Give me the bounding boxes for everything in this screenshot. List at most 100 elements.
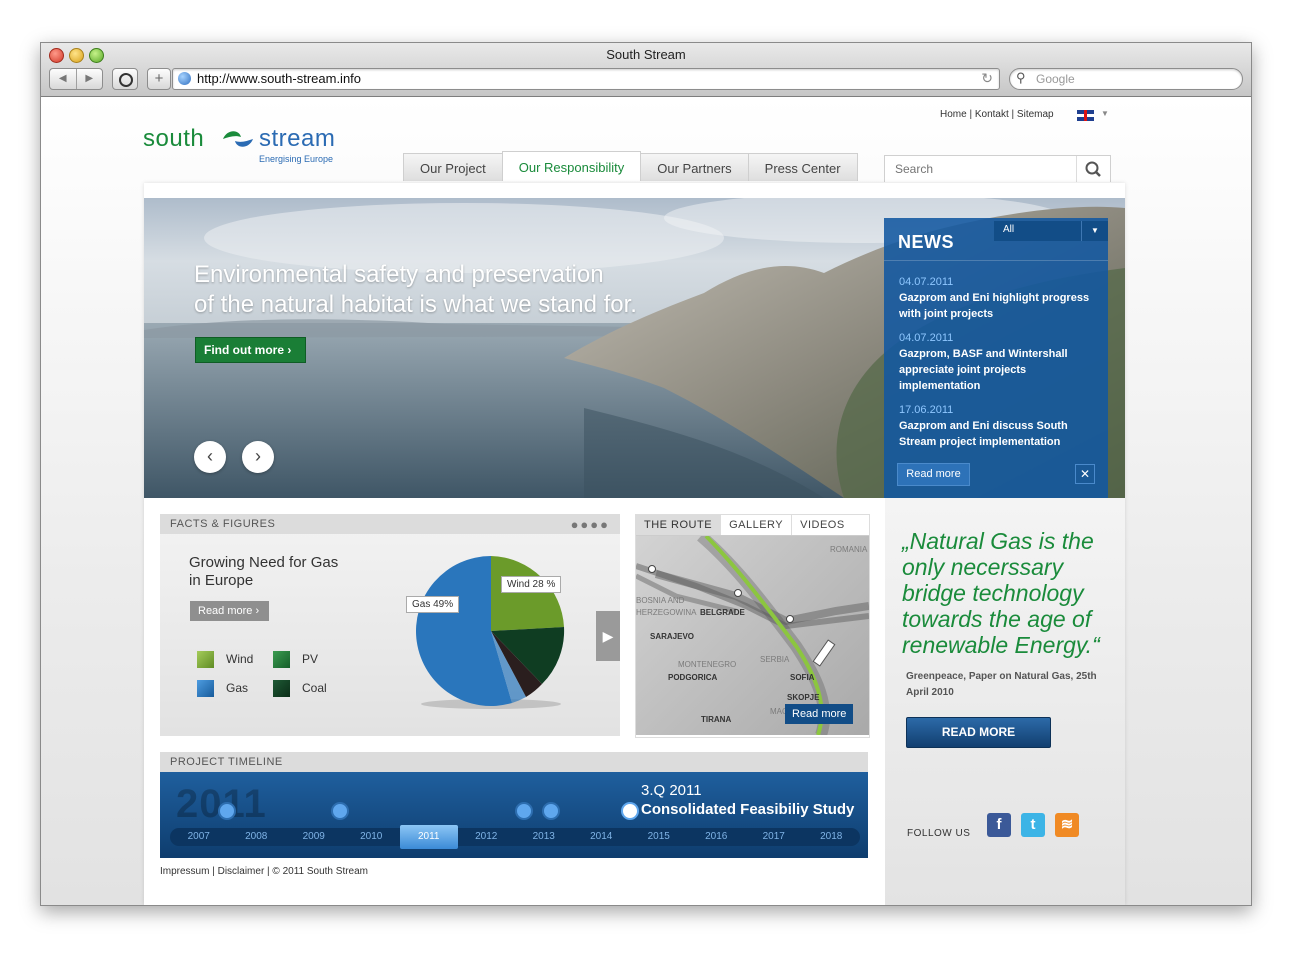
home-link[interactable]: Home [940,109,967,120]
year-2012[interactable]: 2012 [458,828,516,846]
map-label: BELGRADE [700,608,745,617]
chevron-right-icon: › [287,343,292,357]
timeline-event-dot[interactable] [331,802,349,820]
news-filter-value: All [1003,224,1015,235]
legend-label: Gas [226,681,249,695]
rss-icon[interactable]: ≋ [1055,813,1079,837]
facts-header: FACTS & FIGURES ●●●● [160,514,620,534]
language-dropdown-icon[interactable]: ▼ [1101,109,1109,118]
uk-flag-icon[interactable] [1077,110,1094,121]
route-read-more-button[interactable]: Read more [785,704,854,724]
year-2009[interactable]: 2009 [285,828,343,846]
tab-press-center[interactable]: Press Center [747,153,858,181]
stop-button[interactable] [112,68,138,90]
site-search [884,155,1111,182]
address-bar[interactable]: http://www.south-stream.info ↻ [172,68,1000,90]
close-icon[interactable]: ✕ [1075,464,1095,484]
news-read-more-button[interactable]: Read more [897,463,970,486]
news-filter-dropdown[interactable]: All ▼ [994,221,1108,241]
year-2016[interactable]: 2016 [688,828,746,846]
year-2007[interactable]: 2007 [170,828,228,846]
news-date: 17.06.2011 [899,404,954,416]
site-search-button[interactable] [1076,156,1110,182]
page-content: Environmental safety and preservation of… [144,183,1125,905]
year-2017[interactable]: 2017 [745,828,803,846]
add-bookmark-button[interactable]: + [147,68,171,90]
map-label: PODGORICA [668,673,718,682]
tab-our-project[interactable]: Our Project [403,153,503,181]
logo-mark-icon [223,131,253,147]
year-2011[interactable]: 2011 [400,825,458,849]
hero-next-button[interactable]: › [242,441,274,473]
logo-tagline: Energising Europe [259,154,334,164]
hero-prev-button[interactable]: ‹ [194,441,226,473]
hero-line-1: Environmental safety and preservation [194,261,604,288]
year-2008[interactable]: 2008 [228,828,286,846]
tab-our-partners[interactable]: Our Partners [640,153,749,181]
top-links: Home | Kontakt | Sitemap [940,109,1054,120]
browser-search-input[interactable]: ⚲ Google [1009,68,1243,90]
follow-us-label: FOLLOW US [907,828,971,839]
stop-icon [119,73,133,87]
kontakt-link[interactable]: Kontakt [975,109,1009,120]
news-item[interactable]: 04.07.2011 Gazprom and Eni highlight pro… [899,276,1095,322]
facts-title-line-2: in Europe [189,572,254,589]
browser-titlebar: South Stream ◀ ▶ + http://www.south-stre… [41,43,1251,97]
pie-label-wind: Wind 28 % [501,576,562,593]
tab-videos[interactable]: VIDEOS [792,515,853,535]
quote-text: „Natural Gas is the only necerssary brid… [902,528,1100,658]
tab-our-responsibility[interactable]: Our Responsibility [501,151,642,181]
site-search-input[interactable] [885,156,1085,182]
map-label: SERBIA [760,655,790,664]
news-item[interactable]: 04.07.2011 Gazprom, BASF and Wintershall… [899,332,1095,394]
search-icon: ⚲ [1016,70,1026,85]
find-out-more-button[interactable]: Find out more › [195,337,307,363]
logo-word-stream: stream [259,125,336,152]
twitter-icon[interactable]: t [1021,813,1045,837]
legend-label: PV [302,652,319,666]
year-2018[interactable]: 2018 [803,828,861,846]
year-2015[interactable]: 2015 [630,828,688,846]
timeline-event-dot[interactable] [218,802,236,820]
footer-links[interactable]: Impressum | Disclaimer | © 2011 South St… [160,866,368,877]
tab-gallery[interactable]: GALLERY [721,515,793,535]
coal-cube-icon [273,680,290,697]
facts-title-line-1: Growing Need for Gas [189,554,339,571]
chevron-left-icon: ‹ [207,446,213,466]
year-2014[interactable]: 2014 [573,828,631,846]
logo-word-south: south [143,125,205,152]
tab-the-route[interactable]: THE ROUTE [636,515,722,535]
facts-next-button[interactable]: ▶ [596,611,620,661]
project-timeline: PROJECT TIMELINE 2011 3.Q 2011 Consolida… [160,752,868,858]
page-viewport: south stream Energising Europe Home | Ko… [41,97,1251,905]
quote-read-more-button[interactable]: READ MORE [906,717,1051,748]
browser-search-placeholder: Google [1036,72,1075,86]
route-map[interactable]: ROMANIA BOSNIA AND HERZEGOWINA BELGRADE … [636,536,869,735]
facts-title: Growing Need for Gas in Europe [189,554,338,590]
timeline-event-dot-active[interactable] [621,802,639,820]
browser-window: South Stream ◀ ▶ + http://www.south-stre… [40,42,1252,906]
hero-banner: Environmental safety and preservation of… [144,198,1125,498]
site-logo[interactable]: south stream Energising Europe [143,121,363,164]
pie-label-gas: Gas 49% [406,596,460,613]
facebook-icon[interactable]: f [987,813,1011,837]
forward-button[interactable]: ▶ [77,69,103,89]
hero-line-2: of the natural habitat is what we stand … [194,291,637,318]
timeline-header: PROJECT TIMELINE [160,752,868,772]
legend-label: Coal [302,681,327,695]
year-2013[interactable]: 2013 [515,828,573,846]
news-item[interactable]: 17.06.2011 Gazprom and Eni discuss South… [899,404,1095,450]
reload-icon[interactable]: ↻ [981,70,993,87]
facts-read-more-button[interactable]: Read more › [190,601,270,621]
year-2010[interactable]: 2010 [343,828,401,846]
timeline-event-dot[interactable] [542,802,560,820]
route-tabs: THE ROUTE GALLERY VIDEOS [636,515,869,536]
pagination-dots[interactable]: ●●●● [571,515,610,535]
news-headline: Gazprom and Eni highlight progress with … [899,292,1090,320]
search-icon [1085,161,1101,177]
sitemap-link[interactable]: Sitemap [1017,109,1054,120]
back-button[interactable]: ◀ [50,69,77,89]
map-label: SOFIA [790,673,815,682]
pv-cube-icon [273,651,290,668]
timeline-event-dot[interactable] [515,802,533,820]
